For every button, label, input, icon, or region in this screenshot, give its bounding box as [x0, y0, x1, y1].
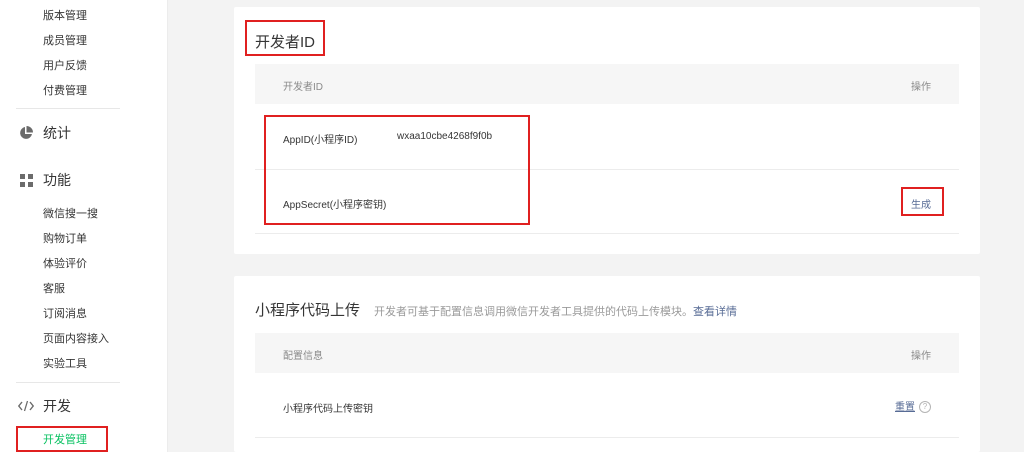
sidebar-item-payment[interactable]: 付费管理 — [43, 83, 87, 99]
sidebar: 版本管理 成员管理 用户反馈 付费管理 统计 功能 微信搜一搜 购物订单 体验评… — [0, 0, 168, 452]
reset-action: 重置? — [895, 398, 931, 414]
sidebar-group-label: 开发 — [43, 398, 71, 414]
sidebar-item-members[interactable]: 成员管理 — [43, 33, 87, 49]
table-header: 配置信息 操作 — [255, 333, 959, 373]
sidebar-item-page-content[interactable]: 页面内容接入 — [43, 331, 109, 347]
annotation-box — [264, 115, 530, 225]
code-upload-card: 小程序代码上传 开发者可基于配置信息调用微信开发者工具提供的代码上传模块。查看详情… — [234, 276, 980, 452]
sidebar-group-label: 功能 — [43, 172, 71, 188]
sidebar-item-feedback[interactable]: 用户反馈 — [43, 58, 87, 74]
upload-key-label: 小程序代码上传密钥 — [283, 404, 373, 415]
sidebar-item-experiment[interactable]: 实验工具 — [43, 356, 87, 372]
code-icon — [18, 398, 34, 414]
column-header: 配置信息 — [283, 351, 323, 362]
column-header: 操作 — [911, 82, 931, 93]
sidebar-divider — [16, 108, 120, 109]
grid-icon — [18, 172, 34, 188]
sidebar-item-version[interactable]: 版本管理 — [43, 8, 87, 24]
column-header: 开发者ID — [283, 82, 323, 93]
sidebar-item-orders[interactable]: 购物订单 — [43, 231, 87, 247]
table-header: 开发者ID 操作 — [255, 64, 959, 104]
sidebar-group-features[interactable]: 功能 — [18, 170, 71, 190]
sidebar-group-stats[interactable]: 统计 — [18, 123, 71, 143]
annotation-box — [16, 426, 108, 452]
column-header: 操作 — [911, 351, 931, 362]
view-details-link[interactable]: 查看详情 — [693, 306, 737, 318]
annotation-box — [245, 20, 325, 56]
pie-chart-icon — [18, 125, 34, 141]
sidebar-item-subscribe[interactable]: 订阅消息 — [43, 306, 87, 322]
sidebar-item-service[interactable]: 客服 — [43, 281, 65, 297]
card-title: 小程序代码上传 开发者可基于配置信息调用微信开发者工具提供的代码上传模块。查看详情 — [255, 299, 737, 320]
reset-link[interactable]: 重置 — [895, 402, 915, 413]
table-row: 小程序代码上传密钥 重置? — [255, 373, 959, 438]
sidebar-divider — [16, 382, 120, 383]
annotation-box — [901, 187, 944, 216]
sidebar-group-dev[interactable]: 开发 — [18, 396, 71, 416]
help-icon[interactable]: ? — [919, 401, 931, 414]
card-title-text: 小程序代码上传 — [255, 302, 361, 319]
card-subtitle: 开发者可基于配置信息调用微信开发者工具提供的代码上传模块。查看详情 — [374, 306, 737, 318]
sidebar-item-search[interactable]: 微信搜一搜 — [43, 206, 98, 222]
sidebar-item-reviews[interactable]: 体验评价 — [43, 256, 87, 272]
sidebar-group-label: 统计 — [43, 125, 71, 141]
card-subtitle-text: 开发者可基于配置信息调用微信开发者工具提供的代码上传模块。 — [374, 306, 694, 318]
